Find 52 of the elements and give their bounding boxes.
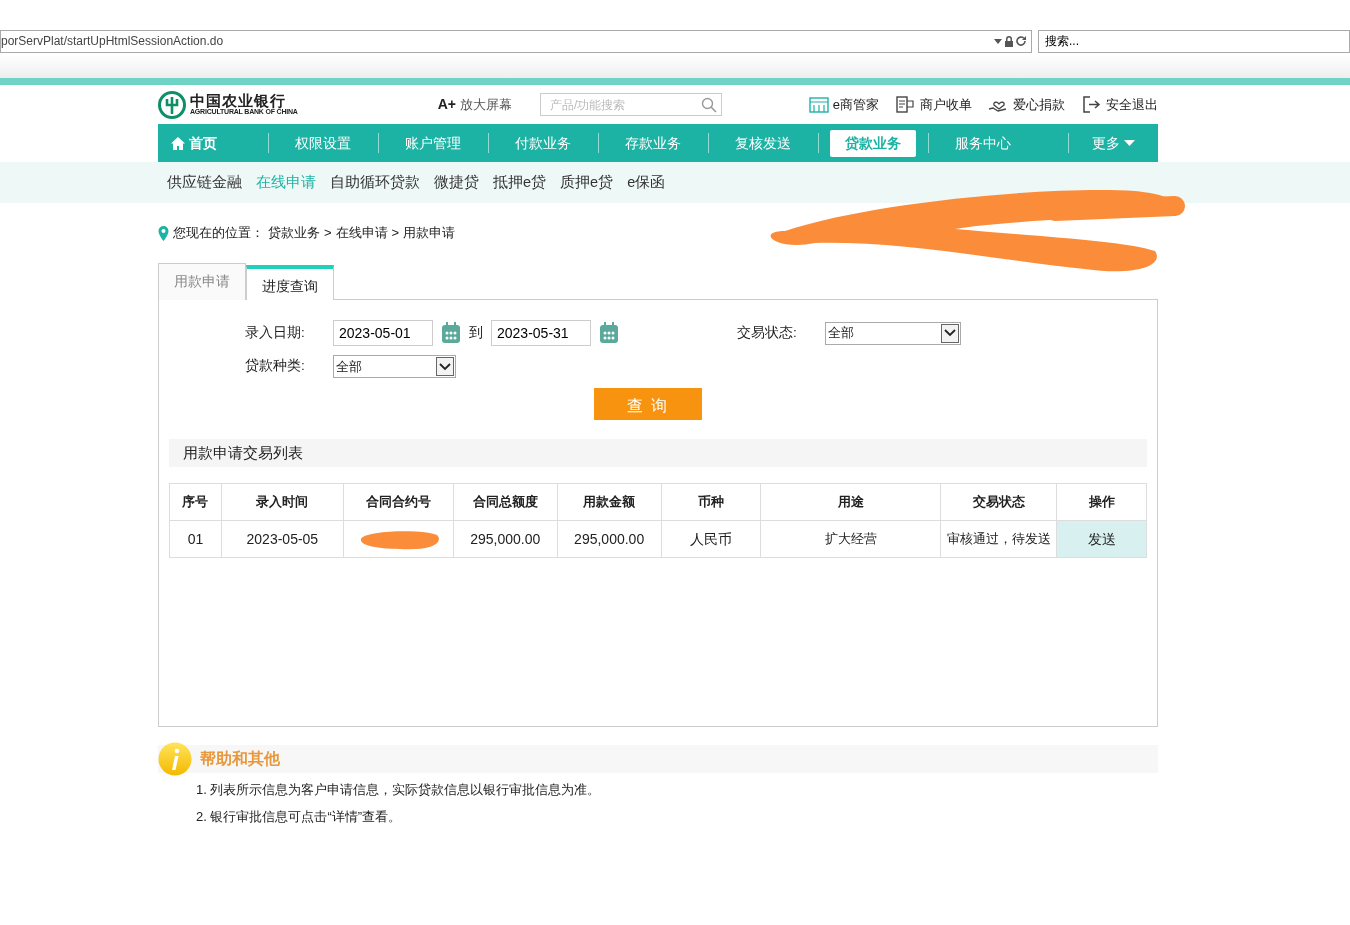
table-cell: 审核通过，待发送 (946, 531, 1051, 547)
dropdown[interactable]: 全部 (825, 321, 961, 345)
zoom-screen-link[interactable]: A+ 放大屏幕 (437, 94, 512, 115)
subnav-link[interactable]: 质押e贷 (560, 171, 624, 194)
breadcrumb-link[interactable]: 贷款业务 (268, 223, 320, 243)
subnav-link[interactable]: 微捷贷 (434, 171, 489, 194)
help-text: 2. 银行审批信息可点击“详情”查看。 (196, 807, 403, 826)
subnav-link[interactable]: 抵押e贷 (493, 171, 557, 194)
search-field[interactable]: 搜索... (1038, 29, 1350, 53)
breadcrumb-label: 您现在的位置： (173, 224, 264, 243)
tab[interactable]: 用款申请 (158, 263, 246, 300)
date-field[interactable]: 2023-05-31 (491, 320, 591, 346)
table-cell: 01 (187, 530, 204, 547)
date-field[interactable]: 2023-05-01 (333, 320, 433, 346)
column-header: 操作 (1056, 483, 1147, 521)
column-header: 用款金额 (557, 483, 662, 521)
subnav-link[interactable]: 供应链金融 (167, 171, 252, 194)
help-title: 帮助和其他 (200, 749, 280, 769)
send-link[interactable]: 发送 (1087, 530, 1116, 547)
filter-label: 录入日期: (245, 323, 306, 342)
column-header: 币种 (661, 483, 761, 521)
table-cell: 295,000.00 (470, 530, 541, 547)
table-cell: 295,000.00 (574, 530, 645, 547)
subnav-link[interactable]: e保函 (627, 171, 676, 194)
column-header: 序号 (169, 483, 222, 521)
table-cell: 2023-05-05 (246, 530, 319, 547)
breadcrumb-separator: > (324, 224, 332, 243)
filter-label: 交易状态: (737, 323, 798, 342)
header-link[interactable]: 安全退出 (1081, 94, 1158, 115)
filter-label: 贷款种类: (245, 357, 306, 376)
help-text: 1. 列表所示信息为客户申请信息，实际贷款信息以银行审批信息为准。 (196, 781, 602, 799)
column-header: 录入时间 (221, 483, 344, 521)
breadcrumb-link[interactable]: 在线申请 (335, 223, 388, 243)
address-bar[interactable]: porServPlat/startUpHtmlSessionAction.do (0, 29, 1032, 53)
table-cell: 扩大经营 (824, 531, 877, 547)
header-link[interactable]: e商管家 (807, 94, 879, 115)
column-header: 交易状态 (940, 483, 1057, 521)
tab[interactable]: 进度查询 (246, 265, 334, 300)
header-link[interactable]: 商户收单 (895, 94, 972, 115)
breadcrumb-separator: > (391, 224, 400, 243)
column-header: 合同总额度 (453, 483, 558, 521)
subnav-link[interactable]: 自助循环贷款 (330, 171, 430, 194)
bank-name: 中国农业银行 (190, 93, 287, 109)
column-header: 合同合约号 (343, 483, 454, 521)
breadcrumb-link[interactable]: 用款申请 (403, 223, 456, 243)
table-cell: 人民币 (690, 530, 733, 547)
column-header: 用途 (761, 483, 941, 521)
dropdown[interactable]: 全部 (333, 355, 456, 378)
product-search-field[interactable]: 产品/功能搜索 (540, 93, 722, 116)
header-link[interactable]: 爱心捐款 (988, 94, 1065, 115)
section-title: 用款申请交易列表 (169, 439, 1147, 467)
date-range-label: 到 (469, 323, 483, 342)
